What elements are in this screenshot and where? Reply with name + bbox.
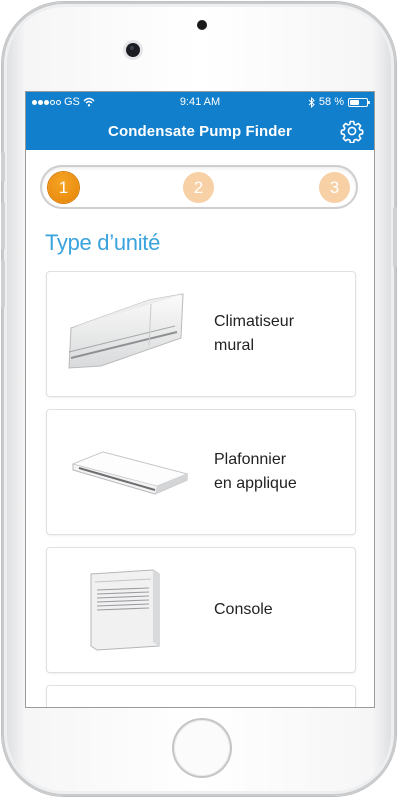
app-screen: GS 9:41 AM 58 % Condensate Pump Finder 1… — [25, 91, 375, 708]
wall-mounted-ac-icon — [68, 293, 184, 369]
ceiling-cassette-icon — [71, 451, 189, 495]
battery-level — [350, 99, 359, 105]
status-bar: GS 9:41 AM 58 % — [26, 92, 374, 112]
gear-icon[interactable] — [340, 119, 364, 143]
unit-label-console: Console — [214, 601, 273, 618]
section-title: Type d’unité — [45, 230, 161, 255]
console-unit-icon — [90, 569, 160, 651]
home-button[interactable] — [174, 720, 230, 776]
front-camera-icon — [126, 43, 140, 57]
step-indicator: 1 2 3 — [40, 165, 358, 209]
step-1[interactable]: 1 — [48, 172, 79, 203]
mute-switch — [1, 152, 5, 182]
earpiece-icon — [197, 20, 207, 30]
power-button — [393, 207, 397, 267]
carrier-label: GS — [64, 96, 80, 108]
signal-dots-icon — [32, 99, 61, 105]
volume-up-button — [1, 202, 5, 250]
nav-title: Condensate Pump Finder — [108, 122, 292, 140]
unit-card-partial[interactable] — [47, 686, 355, 707]
nav-bar: Condensate Pump Finder — [26, 112, 374, 150]
bluetooth-icon — [308, 96, 315, 108]
step-3[interactable]: 3 — [319, 172, 350, 203]
volume-down-button — [1, 260, 5, 308]
battery-percent: 58 % — [318, 96, 344, 108]
battery-icon — [348, 97, 370, 107]
unit-card-ceiling[interactable]: Plafonnier en applique — [47, 410, 355, 534]
unit-label-ceiling: Plafonnier en applique — [214, 451, 297, 492]
step-2[interactable]: 2 — [183, 172, 214, 203]
unit-card-wall-mounted[interactable]: Climatiseur mural — [47, 272, 355, 396]
wifi-icon — [83, 97, 95, 107]
unit-card-console[interactable]: Console — [47, 548, 355, 672]
unit-label-wall-mounted: Climatiseur mural — [214, 313, 295, 354]
